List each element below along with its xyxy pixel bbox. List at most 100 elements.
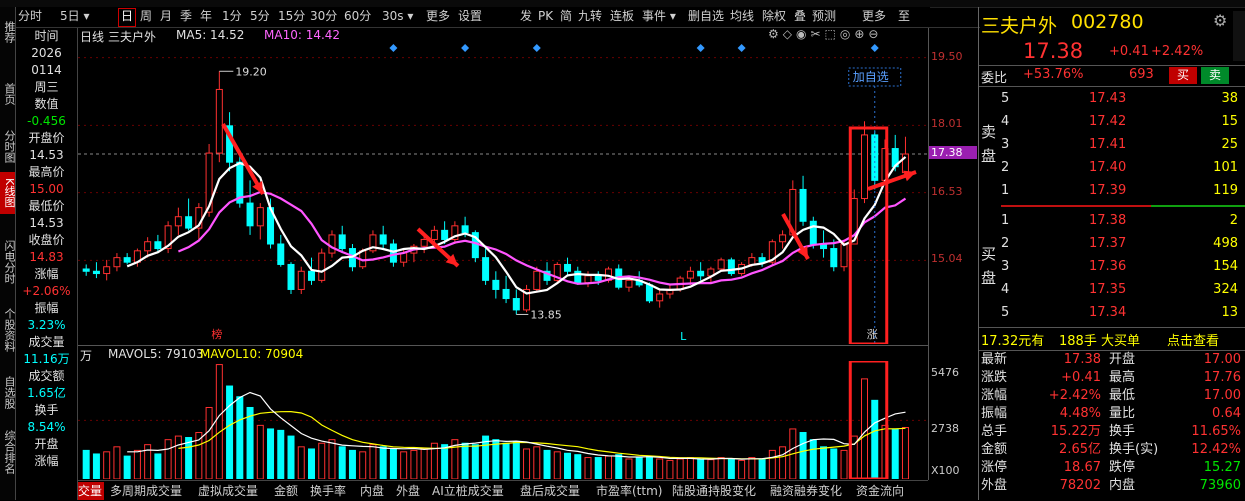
low-label: 最低价 (28, 199, 65, 213)
vol-bar-40 (492, 439, 500, 480)
toolbar-0[interactable]: 分时 (18, 8, 42, 25)
vol-bar-35 (441, 444, 449, 480)
ask-price-0[interactable]: 17.43 (1089, 90, 1126, 108)
sidebar-item-6[interactable]: 自选股 (0, 371, 16, 413)
buy-button[interactable]: 买 (1169, 67, 1197, 84)
toolbar-24[interactable]: 叠 (794, 8, 806, 25)
toolbar-7[interactable]: 1分 (222, 8, 242, 25)
indicator-tab-9[interactable]: 市盈率(ttm) (596, 482, 666, 500)
settings-gear-icon[interactable]: ⚙ (1213, 11, 1227, 30)
volume-chart[interactable] (78, 359, 928, 481)
sidebar-item-5[interactable]: 个股资料 (0, 303, 16, 357)
candle-body-41 (502, 288, 510, 300)
stat-6-0: 涨停 (981, 460, 1008, 475)
vol-bar-41 (502, 442, 510, 480)
vol-bar-80 (901, 427, 909, 480)
toolbar-12[interactable]: 30s ▾ (382, 8, 413, 25)
stat-7-0: 外盘 (981, 478, 1008, 493)
price-axis-label-0: 19.50 (931, 49, 963, 63)
toolbar-27[interactable]: 至 (898, 8, 910, 25)
indicator-tab-4[interactable]: 换手率 (310, 482, 354, 500)
value-label: 数值 (34, 97, 59, 111)
sidebar-item-4[interactable]: 闪电分时 (0, 235, 16, 289)
toolbar-22[interactable]: 均线 (730, 8, 754, 25)
stat-7-3: 73960 (1199, 478, 1241, 493)
candle-body-62 (717, 259, 725, 270)
date-md: 0114 (31, 63, 62, 77)
ask-price-3[interactable]: 17.40 (1089, 159, 1126, 177)
mavol10-line (178, 410, 906, 460)
toolbar-19[interactable]: 连板 (610, 8, 634, 25)
toolbar-14[interactable]: 设置 (458, 8, 482, 25)
toolbar-4[interactable]: 月 (160, 8, 172, 25)
toolbar-25[interactable]: 预测 (812, 8, 836, 25)
toolbar-21[interactable]: 删自选 (688, 8, 724, 25)
vol-bar-22 (307, 448, 315, 480)
vol-bar-44 (533, 446, 541, 480)
vol-bar-26 (348, 449, 356, 480)
candle-body-35 (441, 229, 449, 240)
toolbar-26[interactable]: 更多 (862, 8, 886, 25)
low-value: 14.53 (29, 216, 64, 230)
toolbar-15[interactable]: 发 (520, 8, 532, 25)
sidebar-item-1[interactable]: 首页 (0, 79, 16, 109)
toolbar-6[interactable]: 年 (200, 8, 212, 25)
sidebar-item-0[interactable]: 推荐 (0, 17, 16, 47)
bid-level-2: 3 (1001, 259, 1010, 274)
toolbar-16[interactable]: PK (538, 8, 553, 25)
kline-chart[interactable]: 19.20 13.85 榜 涨 L 加自选 (78, 44, 928, 346)
candle-body-10 (185, 216, 193, 229)
vol-bar-62 (717, 457, 725, 480)
indicator-tab-1[interactable]: 多周期成交量 (110, 482, 192, 500)
vol-bar-12 (205, 406, 213, 480)
toolbar-23[interactable]: 除权 (762, 8, 786, 25)
indicator-tab-7[interactable]: AI立桩成交量 (432, 482, 514, 500)
chart-tool-icons[interactable]: ⚙◇◉✂⬚◎⊕⊖ (768, 27, 882, 41)
toolbar-10[interactable]: 30分 (310, 8, 337, 25)
vol-bar-59 (686, 457, 694, 480)
indicator-tab-12[interactable]: 资金流向 (856, 482, 912, 500)
big-trade-qty: 188手 (1059, 334, 1097, 349)
toolbar-5[interactable]: 季 (180, 8, 192, 25)
bid-price-3[interactable]: 17.35 (1089, 281, 1126, 299)
toolbar-3[interactable]: 周 (140, 8, 152, 25)
toolbar-18[interactable]: 九转 (578, 8, 602, 25)
wb-label: 委比 (981, 71, 1008, 86)
toolbar-11[interactable]: 60分 (344, 8, 371, 25)
indicator-tab-6[interactable]: 外盘 (396, 482, 426, 500)
indicator-tab-2[interactable]: 虚拟成交量 (198, 482, 268, 500)
bid-price-0[interactable]: 17.38 (1089, 212, 1126, 230)
ask-price-4[interactable]: 17.39 (1089, 182, 1126, 200)
vol-bar-7 (154, 453, 162, 480)
indicator-tab-3[interactable]: 金额 (274, 482, 304, 500)
indicator-tab-10[interactable]: 陆股通持股变化 (672, 482, 764, 500)
sidebar-item-7[interactable]: 综合排名 (0, 425, 16, 479)
indicator-tab-8[interactable]: 盘后成交量 (520, 482, 590, 500)
sell-button[interactable]: 卖 (1201, 67, 1229, 84)
sidebar-item-3[interactable]: K线图 (0, 172, 16, 214)
bid-price-1[interactable]: 17.37 (1089, 235, 1126, 253)
bid-book: 买盘 1 17.38 2 2 17.37 498 3 17.36 154 4 17.35 324 5 17… (979, 210, 1245, 325)
stat-4-3: 11.65% (1191, 424, 1241, 439)
toolbar-17[interactable]: 简 (560, 8, 572, 25)
candle-body-13 (215, 88, 223, 154)
toolbar-1[interactable]: 5日 ▾ (60, 8, 89, 25)
indicator-tab-11[interactable]: 融资融券变化 (770, 482, 850, 500)
stat-5-2: 换手(实) (1109, 442, 1159, 457)
indicator-tab-0[interactable]: 交量 (78, 482, 104, 500)
stat-2-1: +2.42% (1048, 388, 1101, 403)
vol-bar-42 (512, 441, 520, 480)
bid-price-2[interactable]: 17.36 (1089, 258, 1126, 276)
toolbar-8[interactable]: 5分 (250, 8, 270, 25)
ask-price-2[interactable]: 17.41 (1089, 136, 1126, 154)
sidebar-item-2[interactable]: 分时图 (0, 125, 16, 167)
big-trade-link[interactable]: 点击查看 (1167, 330, 1219, 349)
indicator-tab-5[interactable]: 内盘 (360, 482, 390, 500)
toolbar-2[interactable]: 日 (118, 8, 137, 27)
toolbar-9[interactable]: 15分 (278, 8, 305, 25)
toolbar-13[interactable]: 更多 (426, 8, 450, 25)
bid-price-4[interactable]: 17.34 (1089, 304, 1126, 322)
ask-price-1[interactable]: 17.42 (1089, 113, 1126, 131)
toolbar-20[interactable]: 事件 ▾ (642, 8, 676, 25)
close-value: 14.83 (29, 250, 64, 264)
